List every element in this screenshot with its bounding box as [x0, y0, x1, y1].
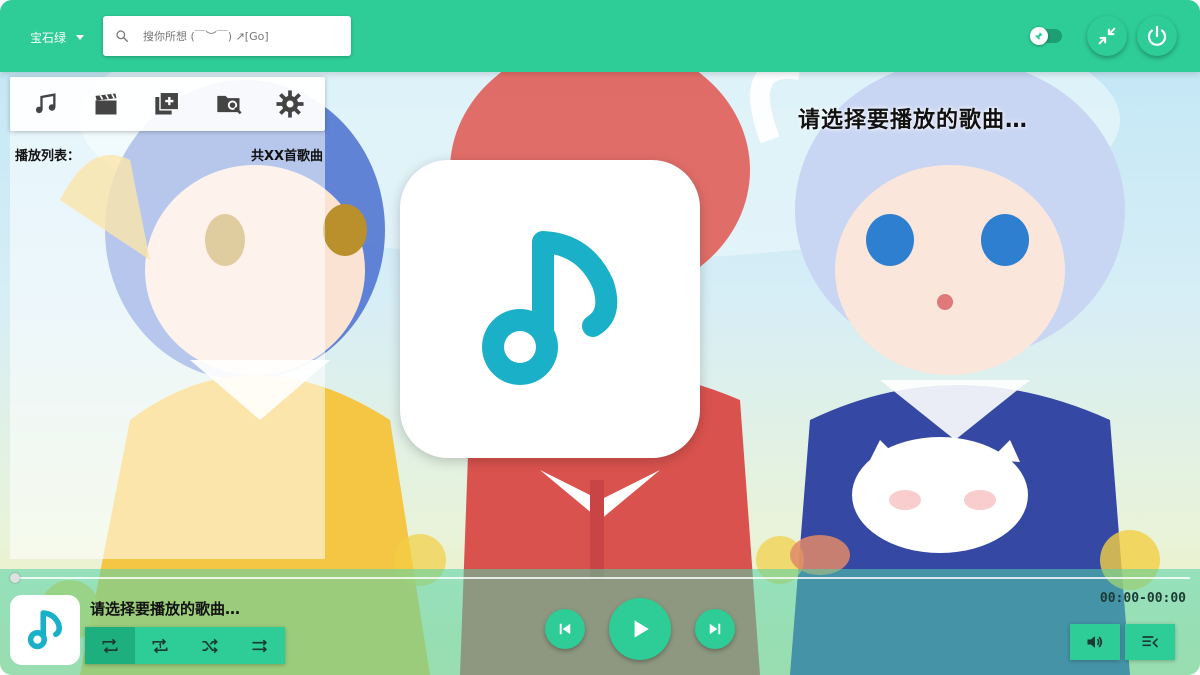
- mode-sequential-button[interactable]: [235, 627, 285, 664]
- power-button[interactable]: [1137, 16, 1177, 56]
- search-icon: [116, 30, 128, 42]
- mini-album-art: [10, 595, 80, 665]
- repeat-one-icon: [152, 638, 168, 653]
- folder-search-icon: [217, 95, 242, 115]
- sequential-icon: [252, 639, 268, 652]
- queue-list-icon: [1142, 636, 1159, 648]
- settings-gear-icon: [276, 90, 304, 118]
- menu-item-settings[interactable]: [270, 84, 310, 124]
- play-button[interactable]: [609, 598, 671, 660]
- next-icon: [709, 623, 721, 635]
- repeat-all-icon: [102, 638, 118, 653]
- time-display: 00:00-00:00: [1099, 591, 1186, 606]
- next-button[interactable]: [695, 609, 735, 649]
- playlist-add-icon: [155, 91, 180, 115]
- theme-label: 宝石绿: [30, 30, 67, 45]
- music-note-icon: [27, 610, 62, 650]
- search-box[interactable]: [103, 16, 351, 56]
- music-player-app: 宝石绿 搜你所想 (￣︶￣) ↗[Go] 播放列表： 共XX首歌曲 请选择要播放…: [0, 0, 1200, 675]
- now-playing-title: 请选择要播放的歌曲…: [90, 600, 241, 618]
- album-art: [400, 160, 700, 458]
- volume-button[interactable]: [1070, 624, 1120, 660]
- menu-item-video[interactable]: [86, 84, 126, 124]
- search-input[interactable]: [143, 29, 333, 43]
- pin-icon: [1030, 27, 1048, 45]
- playlist-panel: [10, 131, 325, 559]
- playlist-count: 共XX首歌曲: [250, 149, 323, 164]
- playlist-toggle-button[interactable]: [1125, 624, 1175, 660]
- playlist-header: 播放列表： 共XX首歌曲: [15, 145, 323, 165]
- mode-repeat-one-button[interactable]: [135, 627, 185, 664]
- theme-select[interactable]: 宝石绿: [30, 27, 85, 47]
- top-bar: 宝石绿: [0, 0, 1200, 72]
- progress-bar[interactable]: [10, 573, 1190, 583]
- caret-down-icon: [76, 34, 85, 40]
- music-icon: [35, 93, 56, 114]
- power-icon: [1147, 25, 1167, 46]
- video-icon: [95, 93, 117, 115]
- side-menu: [10, 77, 325, 131]
- music-note-icon: [482, 231, 618, 385]
- mini-mode-toggle[interactable]: [1030, 27, 1062, 45]
- song-title: 请选择要播放的歌曲…: [798, 108, 1029, 133]
- playlist-label: 播放列表：: [15, 149, 81, 164]
- mode-shuffle-button[interactable]: [185, 627, 235, 664]
- collapse-button[interactable]: [1087, 16, 1127, 56]
- progress-thumb[interactable]: [10, 573, 20, 583]
- play-mode-group: [85, 627, 285, 664]
- previous-button[interactable]: [545, 609, 585, 649]
- play-icon: [634, 620, 649, 638]
- shuffle-icon: [202, 638, 218, 653]
- volume-icon: [1087, 636, 1103, 648]
- menu-item-folder-search[interactable]: [209, 84, 249, 124]
- previous-icon: [559, 623, 571, 635]
- menu-item-music[interactable]: [25, 84, 65, 124]
- collapse-arrows-icon: [1098, 27, 1116, 45]
- menu-item-playlist-add[interactable]: [147, 84, 187, 124]
- mode-repeat-all-button[interactable]: [85, 627, 135, 664]
